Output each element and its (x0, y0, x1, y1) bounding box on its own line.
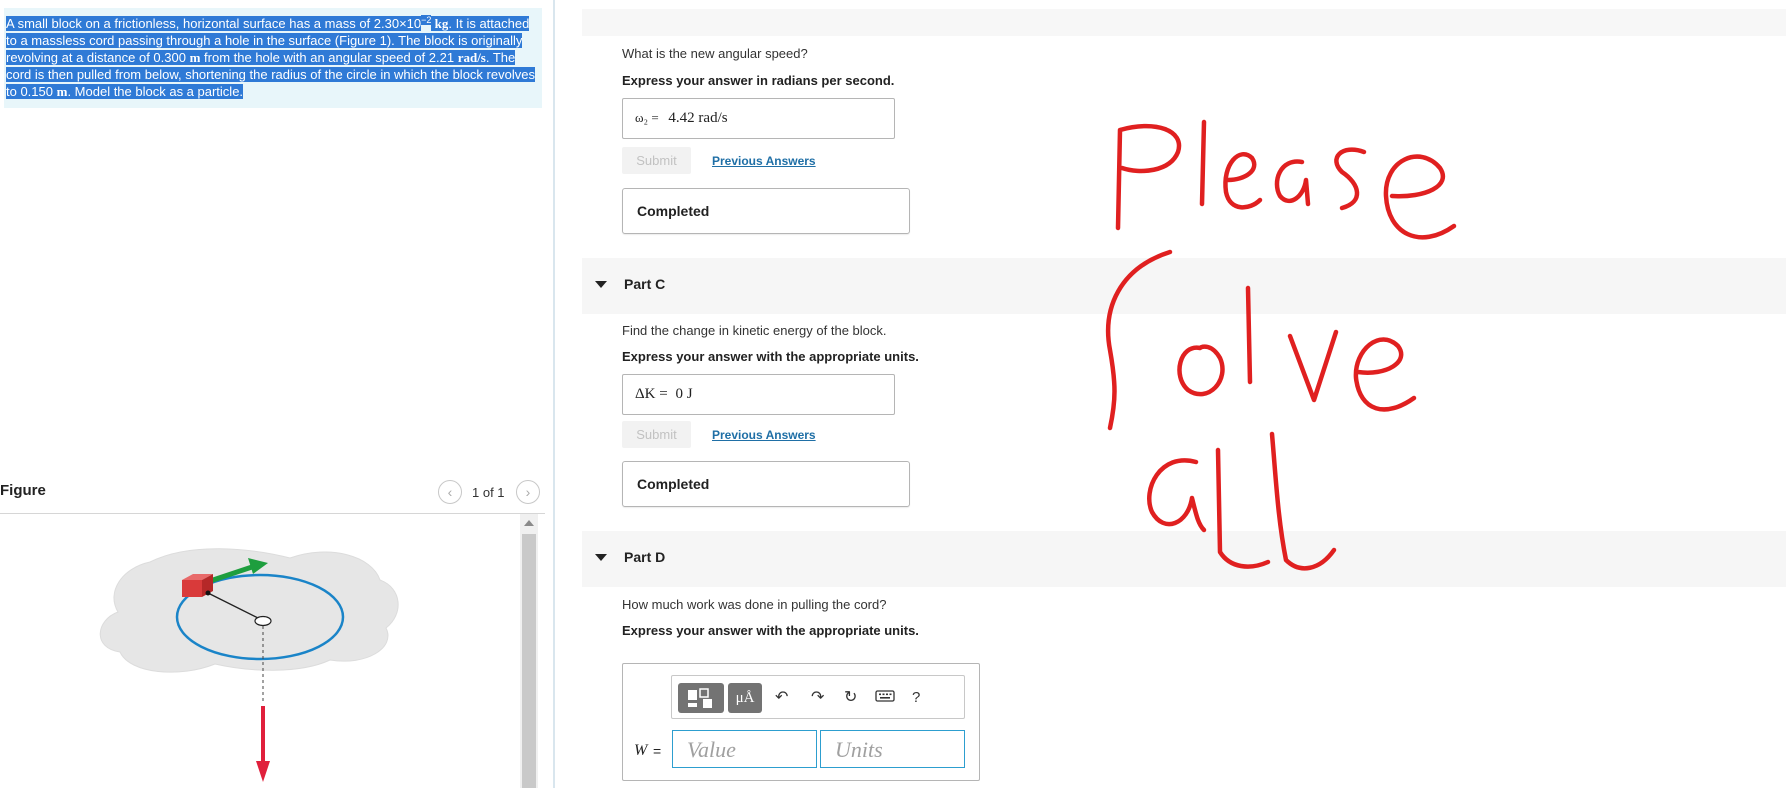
templates-icon (688, 688, 712, 708)
chevron-left-icon: ‹ (447, 484, 453, 500)
figure-illustration (99, 548, 399, 782)
part-b-answer-label: ω₂ = (635, 110, 659, 125)
hole (254, 615, 272, 627)
part-b-submit-button[interactable]: Submit (622, 147, 691, 174)
part-b-answer-field: ω₂ = 4.42 rad/s (622, 98, 895, 139)
figure-title: Figure (0, 482, 46, 499)
keyboard-icon[interactable] (875, 689, 895, 709)
variable-label: W (634, 742, 648, 759)
problem-unit: m (189, 49, 201, 65)
math-toolbar: μÅ ↶ ↷ ↻ ? (671, 675, 965, 719)
part-b-previous-answers-link[interactable]: Previous Answers (712, 154, 816, 168)
part-d-question: How much work was done in pulling the co… (622, 597, 887, 612)
equals-sign: = (653, 743, 662, 759)
reset-icon[interactable]: ↻ (844, 688, 857, 708)
part-b-status: Completed (622, 188, 910, 234)
part-c-submit-button[interactable]: Submit (622, 421, 691, 448)
figure-header: Figure ‹ 1 of 1 › (0, 478, 545, 514)
problem-unit: kg (431, 16, 449, 32)
figure-1 (0, 514, 520, 788)
help-button[interactable]: ? (912, 688, 920, 708)
problem-unit: rad/s (457, 49, 486, 65)
problem-statement: A small block on a frictionless, horizon… (4, 8, 542, 108)
handwritten-annotation (1080, 100, 1640, 660)
problem-unit: m (56, 83, 68, 99)
scrollbar-thumb[interactable] (522, 534, 536, 788)
attachment-point (205, 590, 211, 596)
problem-pane: A small block on a frictionless, horizon… (0, 0, 556, 788)
part-b-instruction: Express your answer in radians per secon… (622, 73, 895, 88)
part-c-answer-field: ΔK = 0 J (622, 374, 895, 415)
redo-icon[interactable]: ↷ (811, 688, 824, 708)
figure-scrollbar[interactable] (520, 514, 538, 788)
templates-button[interactable] (678, 683, 724, 713)
units-button[interactable]: μÅ (728, 683, 762, 713)
part-c-answer-value: 0 J (675, 386, 693, 402)
handwriting-strokes (1105, 119, 1457, 571)
part-d-answer-editor: μÅ ↶ ↷ ↻ ? W = Value Units (622, 663, 980, 781)
part-c-question: Find the change in kinetic energy of the… (622, 323, 887, 338)
undo-icon[interactable]: ↶ (775, 688, 788, 708)
problem-text-segment: . Model the block as a particle. (67, 83, 244, 99)
part-b-header-band (582, 9, 1786, 36)
pane-divider[interactable] (553, 0, 555, 788)
scroll-up-arrow-icon[interactable] (524, 520, 534, 526)
part-c-answer-label: ΔK = (635, 386, 668, 402)
collapse-triangle-icon[interactable] (595, 281, 607, 288)
chevron-right-icon: › (525, 484, 531, 500)
part-b-answer-value: 4.42 rad/s (668, 110, 728, 126)
problem-text-segment: from the hole with an angular speed of 2… (200, 49, 458, 65)
previous-figure-button[interactable]: ‹ (438, 480, 462, 504)
units-input[interactable]: Units (820, 730, 965, 768)
part-c-status: Completed (622, 461, 910, 507)
figure-counter: 1 of 1 (472, 485, 505, 500)
value-input[interactable]: Value (672, 730, 817, 768)
part-d-instruction: Express your answer with the appropriate… (622, 623, 919, 638)
problem-text-segment: A small block on a frictionless, horizon… (6, 16, 374, 32)
next-figure-button[interactable]: › (516, 480, 540, 504)
problem-text-segment: 2.30×10 (373, 16, 422, 32)
part-c-title: Part C (624, 276, 666, 292)
problem-text-segment: −2 (421, 15, 432, 25)
part-b-question: What is the new angular speed? (622, 46, 808, 61)
part-c-previous-answers-link[interactable]: Previous Answers (712, 428, 816, 442)
part-c-instruction: Express your answer with the appropriate… (622, 349, 919, 364)
part-d-title: Part D (624, 549, 666, 565)
collapse-triangle-icon[interactable] (595, 554, 607, 561)
pull-arrowhead (256, 761, 270, 782)
